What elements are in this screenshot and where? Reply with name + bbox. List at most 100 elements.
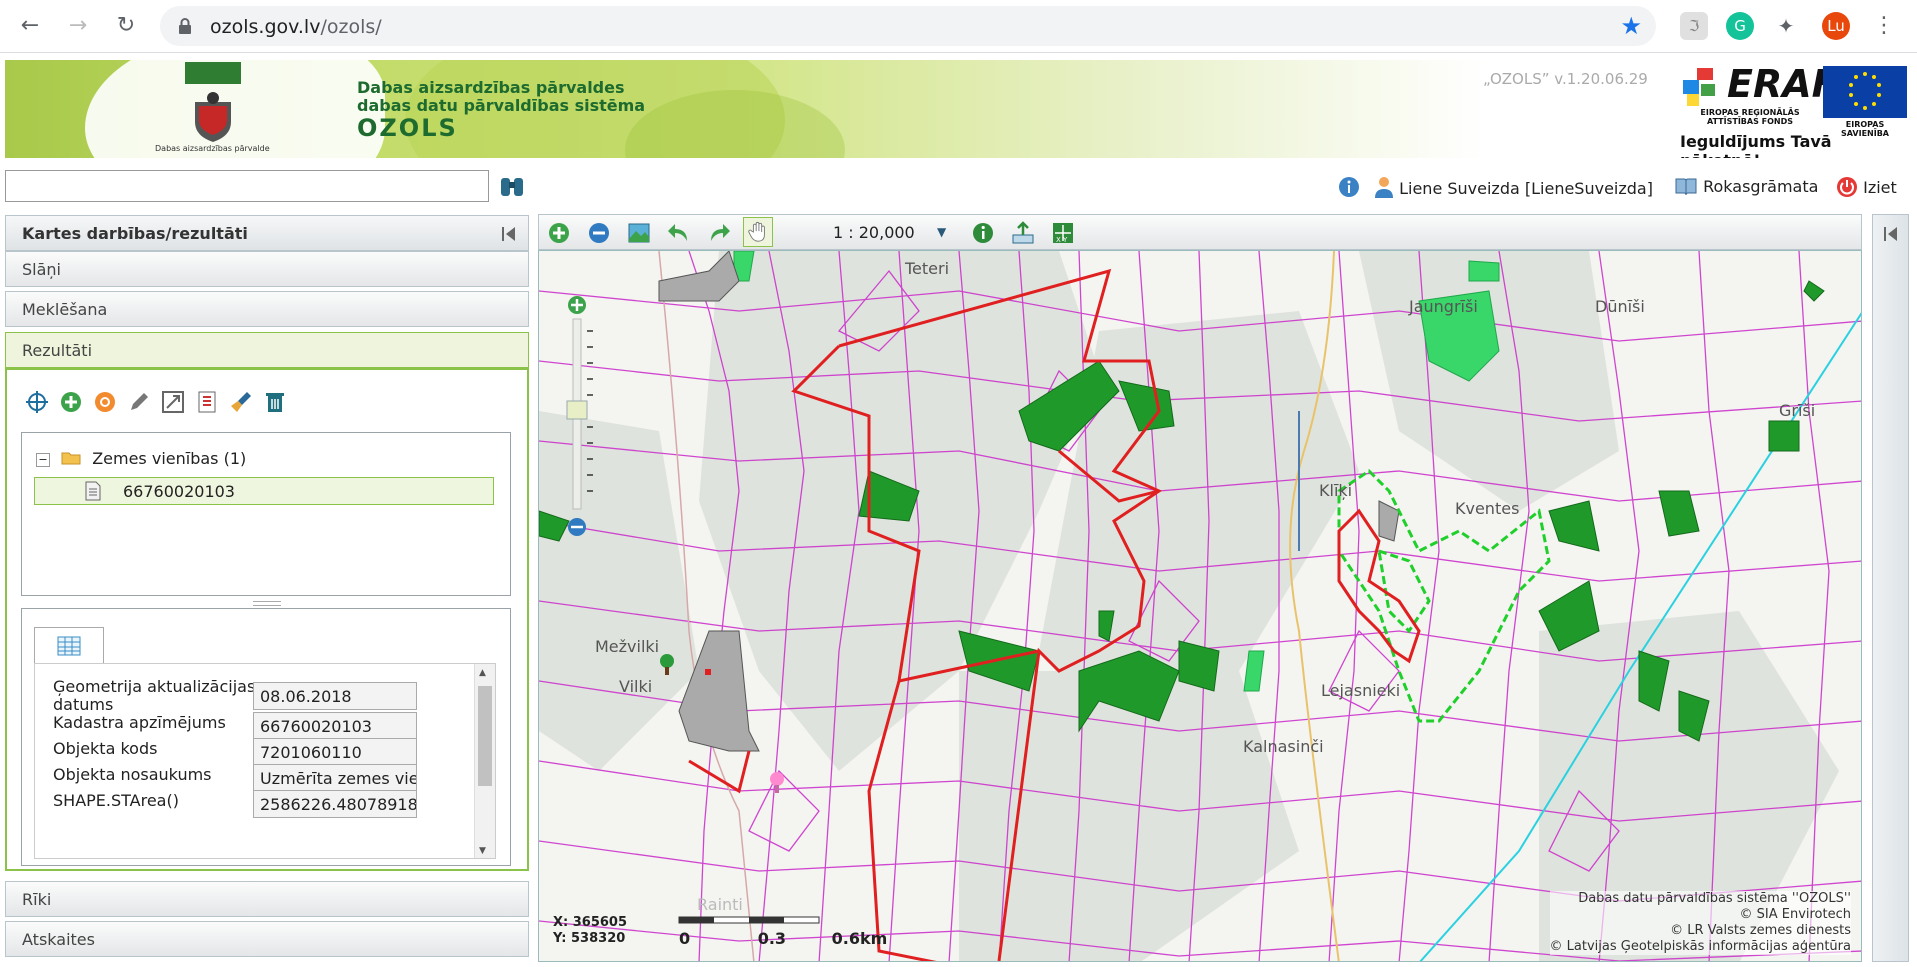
attr-value: 66760020103 — [253, 712, 417, 740]
attr-value: 08.06.2018 — [253, 682, 417, 710]
add-icon[interactable] — [59, 390, 83, 414]
expand-panel-icon[interactable] — [1882, 225, 1900, 243]
lock-icon — [179, 18, 191, 34]
attributes-scrollbar[interactable]: ▲ ▼ — [474, 664, 495, 858]
book-icon — [1675, 178, 1697, 196]
scroll-down-icon[interactable]: ▼ — [479, 846, 486, 856]
attr-value: 2586226.48078918 — [253, 790, 417, 818]
folder-open-icon — [61, 452, 81, 465]
menu-icon[interactable]: ⋮ — [1870, 12, 1898, 40]
cursor-coordinates: X: 365605 Y: 538320 — [553, 915, 628, 946]
extension-icon[interactable]: ℑ — [1680, 12, 1708, 40]
scroll-thumb[interactable] — [478, 686, 492, 786]
attr-label: SHAPE.STArea() — [53, 791, 179, 810]
buffer-icon[interactable] — [93, 390, 117, 414]
crosshair-icon[interactable] — [25, 390, 49, 414]
puzzle-icon[interactable]: ✦ — [1772, 12, 1800, 40]
pan-hand-icon[interactable] — [743, 217, 773, 247]
map-label: Mežvilki — [595, 637, 660, 656]
map-layers — [539, 251, 1861, 961]
address-bar[interactable]: ozols.gov.lv/ozols/ ★ — [160, 6, 1656, 46]
scale-bar-labels: 0 0.3 0.6km — [679, 929, 888, 948]
map-label: Grīši — [1779, 401, 1816, 420]
chevron-down-icon[interactable]: ▼ — [937, 225, 946, 239]
results-tree: − Zemes vienības (1) 66760020103 — [21, 432, 511, 596]
coat-of-arms-icon — [185, 62, 241, 142]
zoom-out-icon[interactable] — [587, 221, 611, 245]
header-banner: Dabas aizsardzības pārvalde Dabas aizsar… — [5, 60, 1907, 158]
trash-icon[interactable] — [263, 390, 287, 414]
forward-icon[interactable]: → — [64, 12, 92, 40]
map-label: Klīķi — [1319, 481, 1353, 500]
scroll-up-icon[interactable]: ▲ — [479, 668, 486, 678]
map-credits: Dabas datu pārvaldības sistēma ''OZOLS''… — [1549, 891, 1851, 955]
attributes-list: Ģeometrija aktualizācijas datums 08.06.2… — [34, 663, 496, 859]
map-canvas[interactable]: Teteri Jaungrīši Dūnīši Grīši Klīķi Kven… — [538, 250, 1862, 962]
map-toolbar: 1 : 20,000 ▼ X Y — [538, 214, 1862, 250]
map-label: Lejasnieki — [1321, 681, 1401, 700]
pencil-icon[interactable] — [127, 390, 151, 414]
zoom-in-icon[interactable] — [547, 221, 571, 245]
attr-label: Kadastra apzīmējums — [53, 713, 226, 732]
banner-title-ozols: OZOLS — [357, 114, 458, 142]
section-reports[interactable]: Atskaites — [5, 921, 529, 957]
coordinates-xy-icon[interactable]: X Y — [1051, 221, 1075, 245]
broom-icon[interactable] — [229, 390, 253, 414]
redo-icon[interactable] — [707, 221, 731, 245]
map-label: Kalnasinči — [1243, 737, 1324, 756]
avatar[interactable]: Lu — [1822, 12, 1850, 40]
user-name: Liene Suveizda [LieneSuveizda] — [1399, 179, 1653, 198]
section-layers[interactable]: Slāņi — [5, 251, 529, 287]
splitter-handle[interactable] — [253, 601, 281, 606]
browser-toolbar: ← → ↻ ozols.gov.lv/ozols/ ★ ℑ G ✦ Lu ⋮ — [0, 0, 1917, 53]
map-label: Teteri — [905, 259, 950, 278]
undo-icon[interactable] — [667, 221, 691, 245]
map-scale-select[interactable]: 1 : 20,000 — [833, 223, 915, 242]
section-tools[interactable]: Rīki — [5, 881, 529, 917]
tab-attribute-table[interactable] — [34, 627, 104, 663]
section-results[interactable]: Rezultāti — [5, 332, 529, 368]
collapse-toggle-icon[interactable]: − — [36, 453, 50, 467]
map-label: Vilki — [619, 677, 653, 696]
export-map-icon[interactable] — [1011, 221, 1035, 245]
version-label: „OZOLS” v.1.20.06.29 — [1483, 70, 1648, 88]
banner-title-line1: Dabas aizsardzības pārvaldes — [357, 78, 625, 97]
right-panel-collapsed[interactable] — [1872, 214, 1909, 962]
binoculars-icon[interactable] — [498, 172, 526, 200]
slogan: Ieguldījums Tavā nākotnē! — [1680, 132, 1832, 158]
banner-title-line2: dabas datu pārvaldības sistēma — [357, 96, 646, 115]
manual-link[interactable]: Rokasgrāmata — [1674, 176, 1818, 196]
map-label: Dūnīši — [1595, 297, 1645, 316]
scale-bar — [678, 916, 820, 924]
eu-flag-icon — [1823, 66, 1907, 118]
attr-label: Objekta kods — [53, 739, 158, 758]
full-extent-icon[interactable] — [627, 221, 651, 245]
identify-info-icon[interactable] — [971, 221, 995, 245]
user-profile[interactable]: Liene Suveizda [LieneSuveizda] — [1374, 176, 1653, 198]
left-panel: Kartes darbības/rezultāti Slāņi Meklēšan… — [5, 215, 529, 963]
map-label: Jaungrīši — [1409, 297, 1478, 316]
back-icon[interactable]: ← — [16, 12, 44, 40]
grammarly-icon[interactable]: G — [1726, 12, 1754, 40]
zoom-to-icon[interactable] — [161, 390, 185, 414]
report-icon[interactable] — [195, 390, 219, 414]
attr-label: Objekta nosaukums — [53, 765, 212, 784]
bookmark-star-icon[interactable]: ★ — [1620, 12, 1642, 40]
attributes-box: Ģeometrija aktualizācijas datums 08.06.2… — [21, 608, 511, 866]
section-search[interactable]: Meklēšana — [5, 291, 529, 327]
info-icon[interactable] — [1338, 176, 1360, 202]
attr-value: Uzmērīta zemes vie — [253, 764, 417, 792]
search-input[interactable] — [5, 170, 489, 202]
attr-label: Ģeometrija aktualizācijas datums — [53, 677, 256, 714]
panel-header: Kartes darbības/rezultāti — [5, 215, 529, 251]
user-icon — [1375, 177, 1393, 198]
eraf-subtitle: EIROPAS REĢIONĀLĀS ATTĪSTĪBAS FONDS — [1700, 108, 1800, 126]
tree-item-66760020103[interactable]: 66760020103 — [34, 477, 494, 505]
logout-link[interactable]: Iziet — [1836, 176, 1897, 198]
url-text: ozols.gov.lv/ozols/ — [210, 16, 382, 38]
results-panel: − Zemes vienības (1) 66760020103 Ģeometr… — [5, 368, 529, 871]
reload-icon[interactable]: ↻ — [112, 12, 140, 40]
tree-group-node[interactable]: − Zemes vienības (1) — [36, 449, 246, 468]
collapse-left-icon[interactable] — [500, 225, 518, 243]
eraf-wordmark: ERAF — [1727, 62, 1838, 106]
